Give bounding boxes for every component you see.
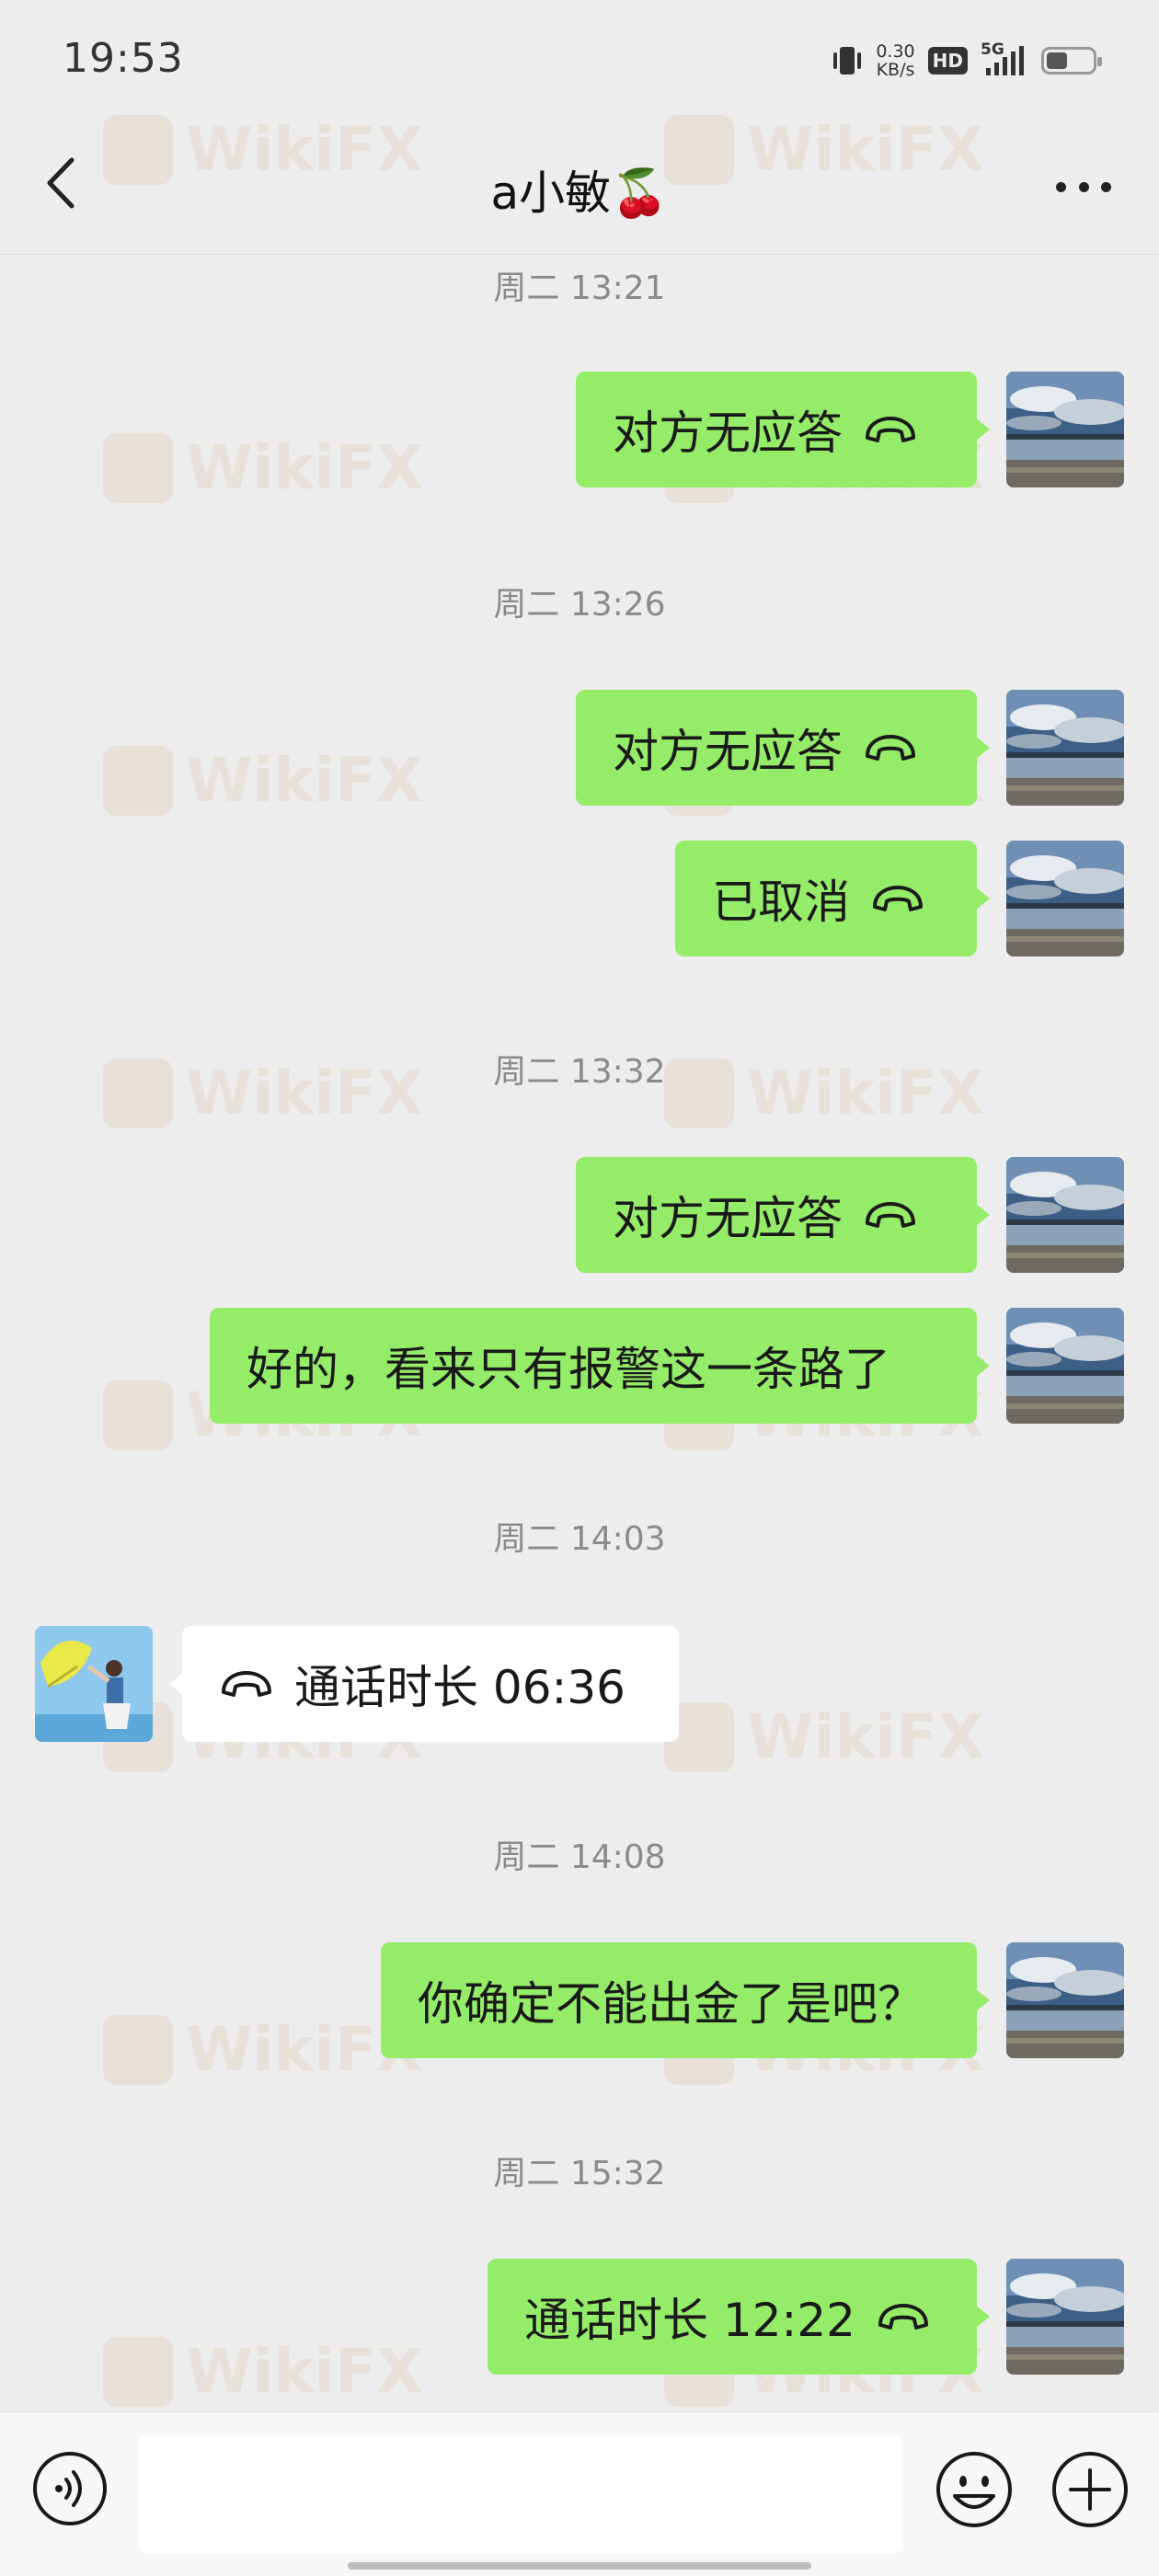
- my-avatar[interactable]: [1006, 372, 1124, 487]
- message-text: 通话时长 12:22: [524, 2294, 855, 2347]
- message-timestamp: 周二 13:21: [493, 269, 666, 307]
- my-avatar[interactable]: [1006, 1308, 1124, 1424]
- outgoing-message-bubble[interactable]: 对方无应答: [576, 1157, 990, 1273]
- my-avatar[interactable]: [1006, 690, 1124, 806]
- message-timestamp: 周二 14:03: [493, 1520, 666, 1558]
- header-divider: [0, 254, 1159, 255]
- watermark: WikiFX: [103, 2336, 423, 2407]
- phone-hangup-icon: [863, 414, 918, 445]
- outgoing-message-bubble[interactable]: 已取消: [675, 841, 990, 956]
- plus-icon[interactable]: [1050, 2450, 1130, 2529]
- my-avatar[interactable]: [1006, 1942, 1124, 2058]
- network-speed-value: 0.30: [876, 41, 915, 62]
- my-avatar[interactable]: [1006, 2259, 1124, 2375]
- message-text: 对方无应答: [613, 725, 843, 778]
- home-indicator[interactable]: [348, 2562, 811, 2570]
- message-timestamp: 周二 13:26: [493, 586, 666, 624]
- message-text: 对方无应答: [613, 1192, 843, 1245]
- outgoing-message-bubble[interactable]: 通话时长 12:22: [488, 2259, 990, 2375]
- voice-icon[interactable]: [31, 2450, 109, 2527]
- phone-hangup-icon: [876, 2301, 931, 2332]
- vibrate-icon: [833, 47, 862, 74]
- phone-hangup-icon: [863, 732, 918, 763]
- message-input[interactable]: [138, 2435, 903, 2553]
- outgoing-message-bubble[interactable]: 好的，看来只有报警这一条路了: [210, 1308, 990, 1424]
- message-timestamp: 周二 13:32: [493, 1053, 666, 1091]
- network-speed: 0.30 KB/s: [876, 42, 914, 79]
- my-avatar[interactable]: [1006, 841, 1124, 956]
- battery-icon: [1041, 47, 1102, 74]
- message-timestamp: 周二 14:08: [493, 1838, 666, 1876]
- signal-icon: 5G: [981, 40, 1028, 75]
- message-text: 对方无应答: [613, 406, 843, 460]
- outgoing-message-bubble[interactable]: 对方无应答: [576, 372, 990, 487]
- more-icon[interactable]: [1056, 182, 1111, 193]
- emoji-icon[interactable]: [935, 2450, 1014, 2529]
- message-text: 好的，看来只有报警这一条路了: [247, 1343, 890, 1396]
- message-timestamp: 周二 15:32: [493, 2155, 666, 2192]
- network-type: 5G: [981, 40, 1004, 59]
- my-avatar[interactable]: [1006, 1157, 1124, 1273]
- network-speed-unit: KB/s: [876, 60, 915, 80]
- watermark: WikiFX: [103, 2014, 423, 2085]
- phone-hangup-icon: [870, 883, 925, 914]
- incoming-call-bubble[interactable]: 通话时长 06:36: [169, 1626, 679, 1742]
- watermark: WikiFX: [664, 1701, 984, 1772]
- message-text: 你确定不能出金了是吧？: [418, 1977, 924, 2031]
- watermark: WikiFX: [103, 745, 423, 816]
- contact-avatar[interactable]: [35, 1626, 153, 1742]
- watermark: WikiFX: [103, 432, 423, 503]
- outgoing-message-bubble[interactable]: 对方无应答: [576, 690, 990, 806]
- contact-name: a小敏🍒: [490, 166, 669, 220]
- hd-badge: HD: [927, 47, 968, 74]
- message-text: 通话时长 06:36: [294, 1661, 625, 1714]
- status-time: 19:53: [63, 35, 184, 82]
- phone-hangup-icon: [219, 1668, 274, 1700]
- phone-hangup-icon: [863, 1199, 918, 1231]
- outgoing-message-bubble[interactable]: 你确定不能出金了是吧？: [381, 1942, 990, 2058]
- status-icons: 0.30 KB/s HD 5G: [832, 33, 1102, 88]
- message-text: 已取消: [712, 876, 850, 929]
